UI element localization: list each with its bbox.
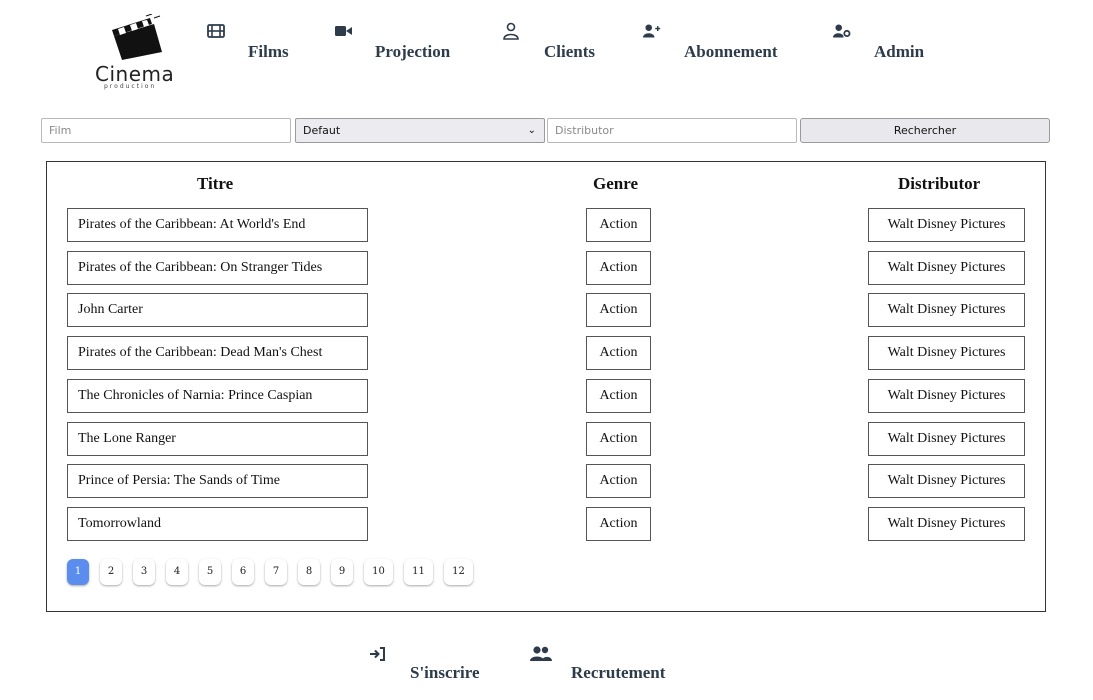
page-button-11[interactable]: 11: [404, 559, 433, 585]
cell-genre: Action: [586, 208, 651, 242]
column-header-title: Titre: [197, 174, 234, 193]
footer-item-sinscrire[interactable]: S'inscrire: [368, 645, 498, 685]
cell-title: John Carter: [67, 293, 368, 328]
nav-item-admin[interactable]: Admin: [833, 22, 943, 72]
column-header-distributor: Distributor: [898, 174, 981, 193]
film-search-input[interactable]: [41, 118, 291, 143]
cell-title: The Chronicles of Narnia: Prince Caspian: [67, 378, 368, 413]
column-header-genre: Genre: [593, 174, 639, 193]
cell-distributor: Walt Disney Pictures: [868, 336, 1025, 371]
user-plus-icon: [643, 24, 661, 38]
cell-genre: Action: [586, 293, 651, 328]
nav-item-abonnement[interactable]: Abonnement: [643, 22, 803, 72]
cell-title: Prince of Persia: The Sands of Time: [67, 464, 368, 499]
genre-select-value: Defaut: [303, 124, 341, 137]
cell-distributor: Walt Disney Pictures: [868, 378, 1025, 413]
page-button-6[interactable]: 6: [232, 559, 254, 585]
nav-item-clients[interactable]: Clients: [502, 22, 612, 72]
cell-title: Pirates of the Caribbean: At World's End: [67, 208, 368, 242]
video-camera-icon: [335, 26, 352, 36]
search-button[interactable]: Rechercher: [800, 118, 1050, 143]
cell-genre: Action: [586, 250, 651, 285]
sign-in-icon: [370, 647, 385, 661]
page-button-8[interactable]: 8: [298, 559, 320, 585]
cell-genre: Action: [586, 378, 651, 413]
cell-distributor: Walt Disney Pictures: [868, 464, 1025, 499]
genre-select[interactable]: Defaut ⌄: [295, 118, 545, 143]
user-gear-icon: [833, 24, 851, 38]
chevron-down-icon: ⌄: [527, 125, 536, 136]
nav-label: Admin: [874, 42, 925, 61]
nav-label: Films: [248, 42, 289, 61]
nav-item-films[interactable]: Films: [207, 22, 307, 72]
page-button-5[interactable]: 5: [199, 559, 221, 585]
cell-title: The Lone Ranger: [67, 421, 368, 456]
cell-genre: Action: [586, 506, 651, 541]
logo[interactable]: Cinema production: [92, 14, 184, 90]
search-bar: Defaut ⌄ Rechercher: [41, 118, 1050, 144]
footer-item-recrutement[interactable]: Recrutement: [530, 645, 690, 685]
footer-label: S'inscrire: [410, 663, 480, 682]
cell-distributor: Walt Disney Pictures: [868, 293, 1025, 328]
cell-genre: Action: [586, 464, 651, 499]
cell-distributor: Walt Disney Pictures: [868, 208, 1025, 242]
page-button-1[interactable]: 1: [67, 559, 89, 585]
cell-distributor: Walt Disney Pictures: [868, 421, 1025, 456]
films-table: Titre Genre Distributor Pirates of the C…: [46, 161, 1046, 612]
clapperboard-icon: [112, 14, 162, 60]
cell-genre: Action: [586, 336, 651, 371]
nav-label: Abonnement: [684, 42, 778, 61]
cell-genre: Action: [586, 421, 651, 456]
page-button-10[interactable]: 10: [364, 559, 393, 585]
logo-subtitle: production: [104, 83, 157, 90]
users-icon: [530, 646, 552, 661]
cell-title: Pirates of the Caribbean: On Stranger Ti…: [67, 250, 368, 285]
footer-label: Recrutement: [571, 663, 666, 682]
page-button-3[interactable]: 3: [133, 559, 155, 585]
nav-item-projection[interactable]: Projection: [334, 22, 474, 72]
page-button-2[interactable]: 2: [100, 559, 122, 585]
page-button-4[interactable]: 4: [166, 559, 188, 585]
distributor-search-input[interactable]: [547, 118, 797, 143]
cell-title: Tomorrowland: [67, 506, 368, 541]
page-button-9[interactable]: 9: [331, 559, 353, 585]
page-button-12[interactable]: 12: [444, 559, 473, 585]
user-icon: [503, 22, 519, 40]
cell-distributor: Walt Disney Pictures: [868, 506, 1025, 541]
film-icon: [207, 24, 225, 38]
cell-distributor: Walt Disney Pictures: [868, 250, 1025, 285]
nav-label: Clients: [544, 42, 595, 61]
page-button-7[interactable]: 7: [265, 559, 287, 585]
nav-label: Projection: [375, 42, 451, 61]
cell-title: Pirates of the Caribbean: Dead Man's Che…: [67, 336, 368, 371]
